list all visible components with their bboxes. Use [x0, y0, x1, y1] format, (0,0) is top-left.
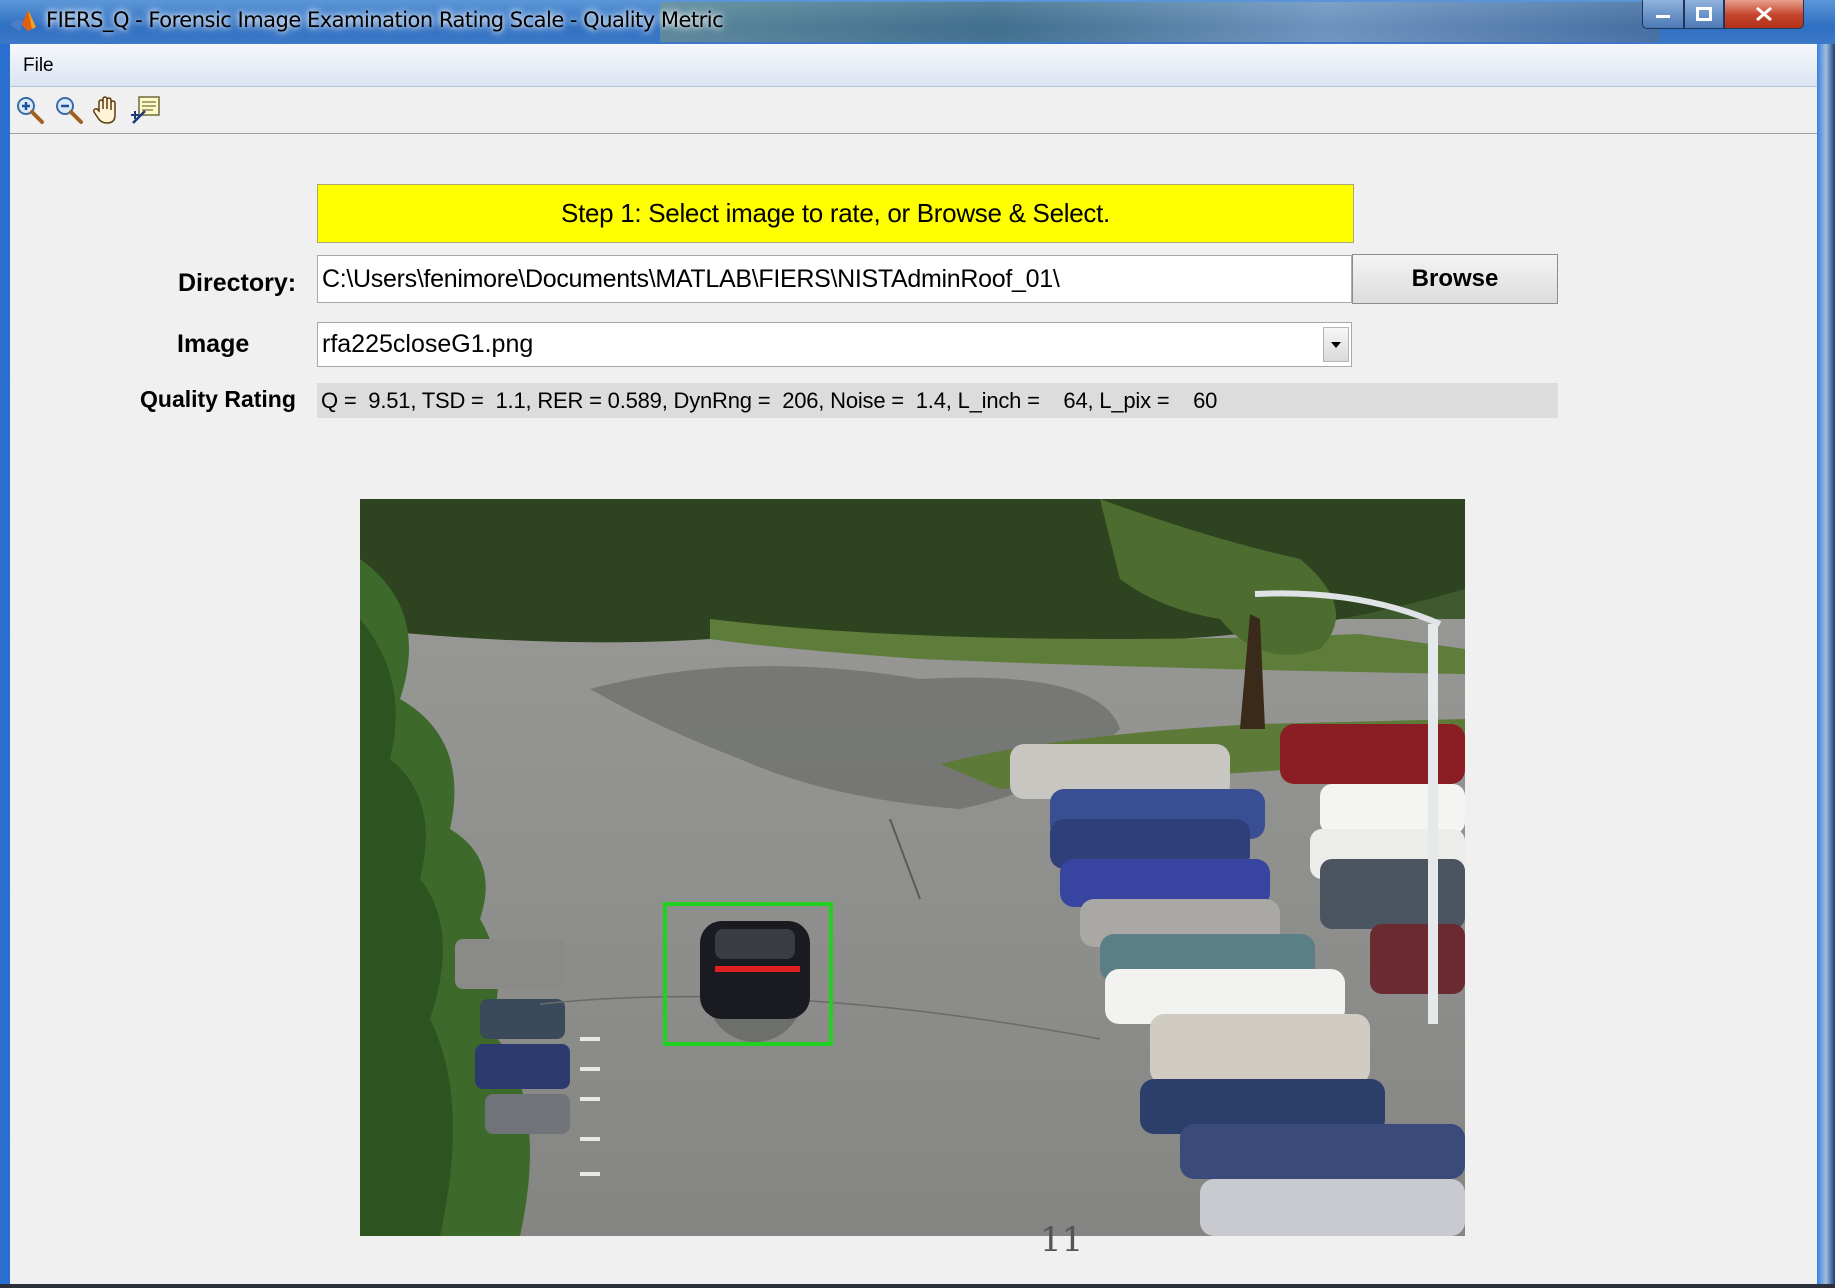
- dropdown-arrow-button[interactable]: [1323, 327, 1349, 362]
- figure-client-area: File Step 1: Select image to rate, or Br…: [10, 44, 1817, 1284]
- zoom-in-icon[interactable]: [13, 93, 47, 127]
- window-controls: [1642, 0, 1804, 30]
- window-border-bottom: [0, 1284, 1835, 1288]
- window-title: FIERS_Q - Forensic Image Examination Rat…: [46, 8, 724, 32]
- zoom-out-icon[interactable]: [52, 93, 86, 127]
- window-border-right: [1817, 44, 1835, 1288]
- image-dropdown-value: rfa225closeG1.png: [322, 330, 534, 358]
- menu-bar: File: [10, 44, 1817, 87]
- chevron-down-icon: [1331, 341, 1341, 348]
- maximize-button[interactable]: [1684, 0, 1724, 29]
- directory-field[interactable]: C:\Users\fenimore\Documents\MATLAB\FIERS…: [317, 255, 1352, 303]
- image-dropdown[interactable]: rfa225closeG1.png: [317, 322, 1352, 367]
- maximize-icon: [1696, 7, 1712, 21]
- toolbar: [10, 87, 1817, 134]
- pan-hand-icon[interactable]: [90, 93, 124, 127]
- minimize-icon: [1656, 15, 1670, 18]
- image-label: Image: [177, 330, 250, 358]
- directory-label: Directory:: [178, 269, 297, 297]
- quality-rating-label: Quality Rating: [140, 386, 296, 412]
- menu-file[interactable]: File: [23, 55, 54, 77]
- parking-lot-image[interactable]: [360, 499, 1465, 1236]
- data-cursor-icon[interactable]: [129, 93, 163, 127]
- quality-rating-value: Q = 9.51, TSD = 1.1, RER = 0.589, DynRng…: [317, 383, 1558, 418]
- title-bar-background: [660, 2, 1660, 42]
- page-number: 11: [1040, 1220, 1084, 1260]
- minimize-button[interactable]: [1642, 0, 1684, 29]
- application-window: FIERS_Q - Forensic Image Examination Rat…: [0, 0, 1835, 1288]
- step-instruction-banner: Step 1: Select image to rate, or Browse …: [317, 184, 1354, 243]
- close-icon: [1756, 6, 1772, 22]
- close-button[interactable]: [1724, 0, 1804, 29]
- browse-button[interactable]: Browse: [1352, 254, 1558, 304]
- title-bar[interactable]: FIERS_Q - Forensic Image Examination Rat…: [0, 0, 1835, 44]
- matlab-logo-icon: [10, 10, 36, 31]
